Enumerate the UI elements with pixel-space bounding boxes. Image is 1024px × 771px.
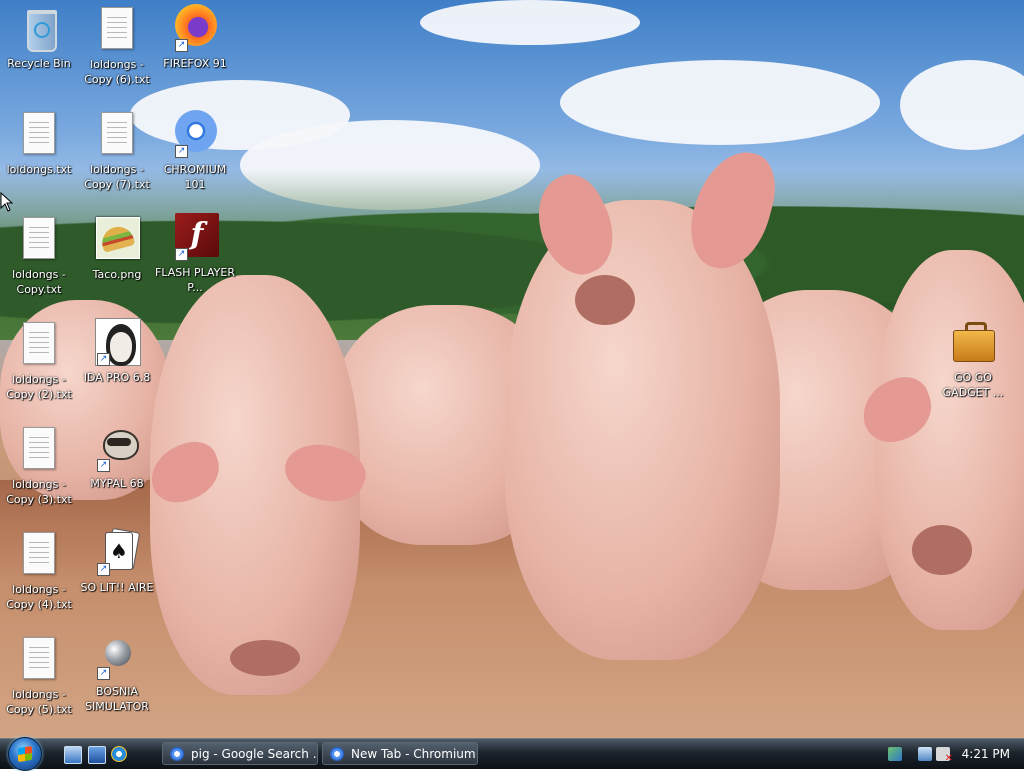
shortcut-arrow-icon: ↗ [97,459,110,472]
internet-explorer-icon[interactable] [111,746,127,762]
desktop-icon-mypal[interactable]: ↗ MYPAL 68 [75,424,159,491]
mypal-icon: ↗ [93,424,141,472]
shortcut-arrow-icon: ↗ [97,563,110,576]
taco-image-icon [93,215,141,263]
shortcut-arrow-icon: ↗ [175,248,188,261]
cloud [900,60,1024,150]
taskbar-button-google-search[interactable]: pig - Google Search ... [162,742,318,765]
network-icon[interactable] [918,747,932,761]
volume-muted-icon[interactable]: ✕ [936,747,953,764]
text-file-icon [93,110,141,158]
text-file-icon [15,215,63,263]
taskbar-button-chromium-new-tab[interactable]: New Tab - Chromium [322,742,478,765]
spiked-mine-icon: ↗ [93,632,141,680]
show-desktop-icon[interactable] [64,746,82,764]
text-file-icon [15,110,63,158]
desktop-icon-chromium[interactable]: ↗ CHROMIUM 101 [153,110,237,192]
desktop-icon-loldongs-copy-txt[interactable]: loldongs - Copy.txt [0,215,81,297]
flash-player-icon: f ↗ [171,213,219,261]
desktop-icon-loldongs-copy-5-txt[interactable]: loldongs - Copy (5).txt [0,635,81,717]
system-tray: ✕ 4:21 PM [884,741,1024,767]
desktop-icon-firefox[interactable]: ↗ FIREFOX 91 [153,4,237,71]
firefox-icon: ↗ [171,4,219,52]
start-button[interactable] [8,737,42,771]
desktop-icon-loldongs-copy-7-txt[interactable]: loldongs - Copy (7).txt [75,110,159,192]
shortcut-arrow-icon: ↗ [175,39,188,52]
taskbar: pig - Google Search ... New Tab - Chromi… [0,737,1024,771]
chromium-icon [330,747,344,761]
desktop-icon-loldongs-copy-3-txt[interactable]: loldongs - Copy (3).txt [0,425,81,507]
recycle-bin-icon [15,4,63,52]
shortcut-arrow-icon: ↗ [97,667,110,680]
briefcase-icon [949,318,997,366]
pig-front-center [505,200,780,660]
shortcut-arrow-icon: ↗ [175,145,188,158]
chromium-icon [170,747,184,761]
text-file-icon [15,320,63,368]
windows-update-icon[interactable] [888,747,902,761]
desktop-icon-loldongs-copy-2-txt[interactable]: loldongs - Copy (2).txt [0,320,81,402]
desktop-icon-recycle-bin[interactable]: Recycle Bin [0,4,81,71]
pig-snout [912,525,972,575]
desktop-icon-bosnia-simulator[interactable]: ↗ BOSNIA SIMULATOR [75,632,159,714]
cloud [420,0,640,45]
desktop-icon-go-go-gadget[interactable]: GO GO GADGET ... [931,318,1015,400]
desktop-icon-loldongs-copy-4-txt[interactable]: loldongs - Copy (4).txt [0,530,81,612]
desktop-icon-loldongs-txt[interactable]: loldongs.txt [0,110,81,177]
desktop-icon-solitaire[interactable]: ♠ ↗ SO LIT!! AIRE [75,527,159,595]
switch-windows-icon[interactable] [88,746,106,764]
pig-snout [230,640,300,676]
text-file-icon [93,5,141,53]
clock[interactable]: 4:21 PM [962,747,1010,761]
cloud [560,60,880,145]
desktop-icon-loldongs-copy-6-txt[interactable]: loldongs - Copy (6).txt [75,5,159,87]
chromium-icon: ↗ [171,110,219,158]
windows-logo-icon [18,746,32,762]
text-file-icon [15,635,63,683]
text-file-icon [15,530,63,578]
shortcut-arrow-icon: ↗ [97,353,110,366]
desktop-icon-taco-png[interactable]: Taco.png [75,215,159,282]
desktop-icon-flash-player[interactable]: f ↗ FLASH PLAYER P... [153,213,237,295]
desktop-icon-ida-pro[interactable]: ↗ IDA PRO 6.8 [75,318,159,385]
solitaire-icon: ♠ ↗ [93,527,141,576]
text-file-icon [15,425,63,473]
ida-pro-icon: ↗ [93,318,141,366]
mouse-cursor-icon [0,192,14,212]
pig-snout [575,275,635,325]
